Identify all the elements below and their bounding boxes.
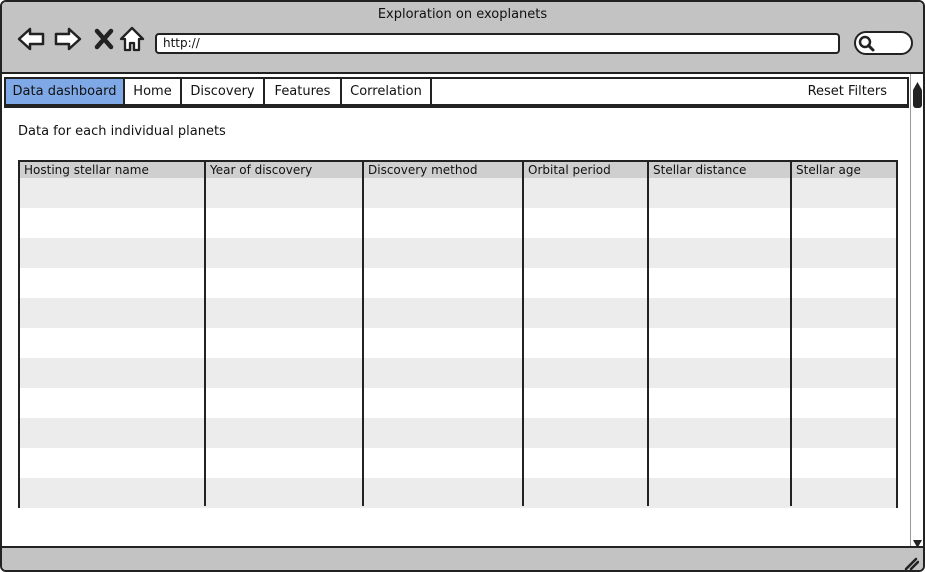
page-content: Data dashboard Home Discovery Features C… [2,74,910,546]
window-title: Exploration on exoplanets [377,7,548,22]
search-icon [858,35,875,52]
vertical-scrollbar[interactable] [910,74,923,548]
url-field[interactable]: http:// [155,33,840,54]
table-row[interactable] [20,178,896,208]
tab-data-dashboard[interactable]: Data dashboard [6,79,125,104]
table-row[interactable] [20,328,896,358]
forward-icon[interactable] [53,24,83,54]
browser-toolbar: Exploration on exoplanets http:// [2,2,923,74]
column-header-stellar-age[interactable]: Stellar age [792,162,896,178]
table-caption: Data for each individual planets [18,124,226,139]
table-row[interactable] [20,388,896,418]
reset-filters-button[interactable]: Reset Filters [808,79,887,104]
tab-correlation[interactable]: Correlation [342,79,432,104]
table-row[interactable] [20,268,896,298]
table-row[interactable] [20,478,896,508]
scrollbar-thumb[interactable] [913,88,922,108]
column-header-stellar-distance[interactable]: Stellar distance [649,162,790,178]
stop-icon[interactable] [89,24,119,54]
tab-bar: Data dashboard Home Discovery Features C… [4,77,909,106]
browser-window: Exploration on exoplanets http:// Data d… [0,0,925,572]
back-icon[interactable] [16,24,46,54]
table-row[interactable] [20,358,896,388]
table-row[interactable] [20,448,896,478]
resize-grip-icon[interactable] [903,556,919,570]
column-header-orbital-period[interactable]: Orbital period [524,162,647,178]
status-bar [2,546,923,570]
tab-discovery[interactable]: Discovery [182,79,265,104]
column-divider [790,162,792,506]
column-divider [362,162,364,506]
column-divider [204,162,206,506]
column-divider [522,162,524,506]
search-button[interactable] [854,31,913,55]
table-row[interactable] [20,208,896,238]
table-row[interactable] [20,238,896,268]
home-icon[interactable] [117,24,147,54]
tab-home[interactable]: Home [125,79,182,104]
table-row[interactable] [20,298,896,328]
tab-features[interactable]: Features [265,79,342,104]
column-divider [647,162,649,506]
scroll-down-arrow-icon[interactable] [912,534,923,548]
column-header-discovery-method[interactable]: Discovery method [364,162,522,178]
table-row[interactable] [20,418,896,448]
column-header-hosting-stellar-name[interactable]: Hosting stellar name [20,162,204,178]
column-header-year-of-discovery[interactable]: Year of discovery [206,162,362,178]
planets-data-table: Hosting stellar name Year of discovery D… [18,160,898,508]
scroll-up-arrow-icon[interactable] [912,76,923,90]
